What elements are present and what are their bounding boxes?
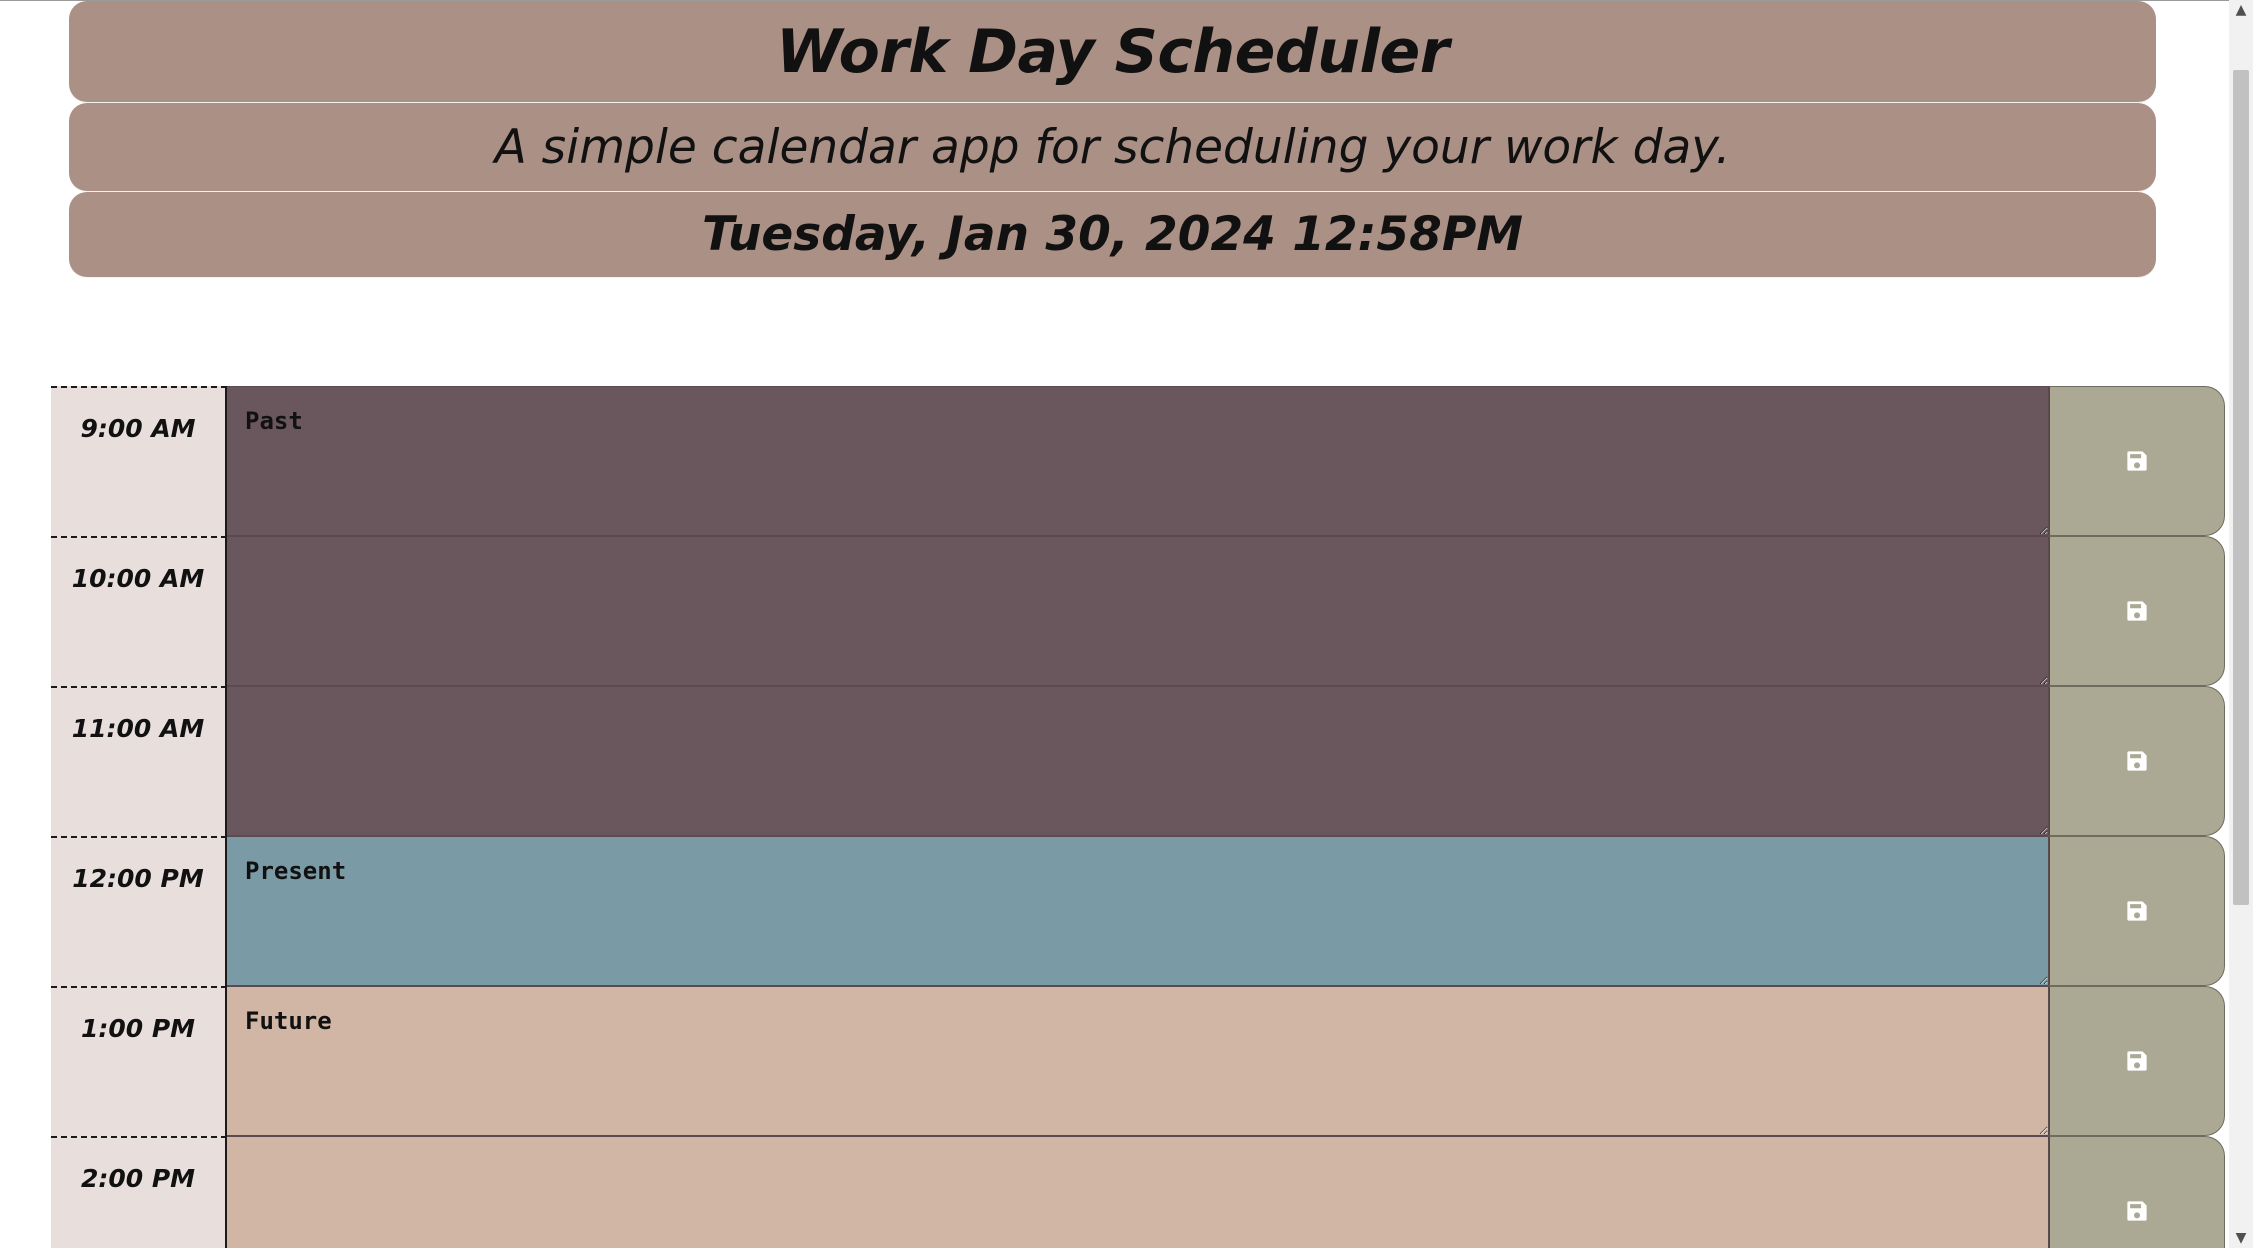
hour-label: 2:00 PM xyxy=(51,1136,227,1248)
hour-label: 11:00 AM xyxy=(51,686,227,836)
page-title: Work Day Scheduler xyxy=(69,1,2156,102)
chevron-up-icon[interactable]: ▲ xyxy=(2229,0,2253,20)
hour-label: 12:00 PM xyxy=(51,836,227,986)
save-button[interactable] xyxy=(2049,986,2225,1136)
time-block-12pm: 12:00 PM Present xyxy=(51,836,2225,986)
hour-label: 1:00 PM xyxy=(51,986,227,1136)
page-subtitle: A simple calendar app for scheduling you… xyxy=(69,103,2156,191)
hour-label: 10:00 AM xyxy=(51,536,227,686)
description-input[interactable]: Future xyxy=(227,986,2049,1136)
time-block-1pm: 1:00 PM Future xyxy=(51,986,2225,1136)
time-block-11am: 11:00 AM xyxy=(51,686,2225,836)
time-block-2pm: 2:00 PM xyxy=(51,1136,2225,1248)
time-block-10am: 10:00 AM xyxy=(51,536,2225,686)
description-input[interactable] xyxy=(227,1136,2049,1248)
floppy-disk-icon xyxy=(2127,751,2147,771)
save-button[interactable] xyxy=(2049,386,2225,536)
floppy-disk-icon xyxy=(2127,451,2147,471)
scrollbar-thumb[interactable] xyxy=(2233,70,2249,905)
floppy-disk-icon xyxy=(2127,601,2147,621)
floppy-disk-icon xyxy=(2127,1051,2147,1071)
chevron-down-icon[interactable]: ▼ xyxy=(2229,1228,2253,1248)
time-block-9am: 9:00 AM Past xyxy=(51,386,2225,536)
description-input[interactable] xyxy=(227,536,2049,686)
save-button[interactable] xyxy=(2049,1136,2225,1248)
hour-label: 9:00 AM xyxy=(51,386,227,536)
save-button[interactable] xyxy=(2049,836,2225,986)
floppy-disk-icon xyxy=(2127,901,2147,921)
description-input[interactable]: Past xyxy=(227,386,2049,536)
vertical-scrollbar[interactable]: ▲ ▼ xyxy=(2229,0,2253,1248)
timeblock-list: 9:00 AM Past 10:00 AM 11:00 AM 12:00 PM … xyxy=(51,386,2225,1248)
save-button[interactable] xyxy=(2049,536,2225,686)
description-input[interactable]: Present xyxy=(227,836,2049,986)
save-button[interactable] xyxy=(2049,686,2225,836)
scheduler-page: Work Day Scheduler A simple calendar app… xyxy=(0,0,2229,1248)
floppy-disk-icon xyxy=(2127,1201,2147,1221)
description-input[interactable] xyxy=(227,686,2049,836)
current-day: Tuesday, Jan 30, 2024 12:58PM xyxy=(69,192,2156,277)
